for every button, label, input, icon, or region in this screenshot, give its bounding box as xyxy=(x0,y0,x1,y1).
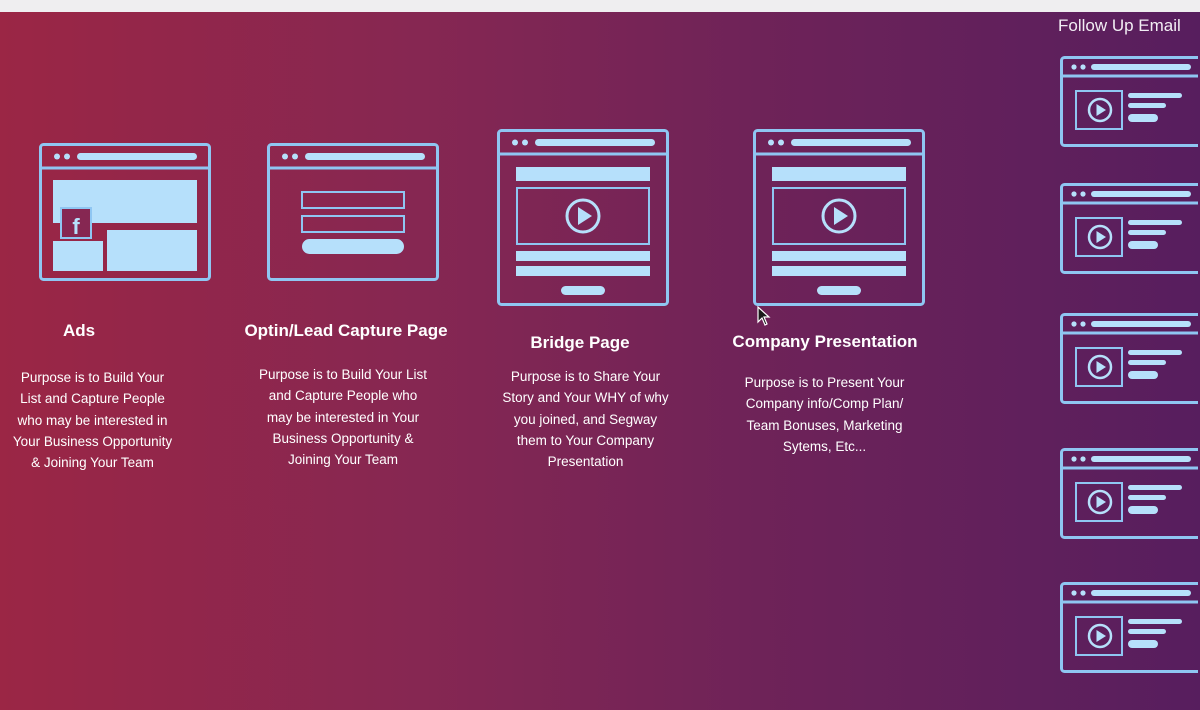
stage-title-company: Company Presentation xyxy=(732,332,918,351)
video-email-icon xyxy=(1060,56,1198,147)
video-email-icon xyxy=(1060,448,1198,539)
video-email-icon xyxy=(1060,313,1198,404)
follow-up-email-title: Follow Up Email xyxy=(1058,16,1181,35)
video-email-icon xyxy=(1060,183,1198,274)
mouse-cursor-icon xyxy=(757,306,771,326)
video-page-icon xyxy=(497,129,669,306)
stage-description-company: Purpose is to Present Your Company info/… xyxy=(744,375,905,454)
video-email-icon xyxy=(1060,582,1198,673)
form-page-icon xyxy=(267,143,439,281)
video-page-icon xyxy=(753,129,925,306)
stage-title-optin: Optin/Lead Capture Page xyxy=(244,321,448,340)
svg-text:f: f xyxy=(72,214,80,239)
stage-description-ads: Purpose is to Build Your List and Captur… xyxy=(12,370,173,471)
stage-description-optin: Purpose is to Build Your List and Captur… xyxy=(258,367,428,468)
stage-title-bridge: Bridge Page xyxy=(530,333,630,352)
stage-description-bridge: Purpose is to Share Your Story and Your … xyxy=(502,369,669,470)
facebook-ad-page-icon: f xyxy=(39,143,211,281)
top-bar xyxy=(0,0,1200,12)
stage-title-ads: Ads xyxy=(62,321,96,340)
